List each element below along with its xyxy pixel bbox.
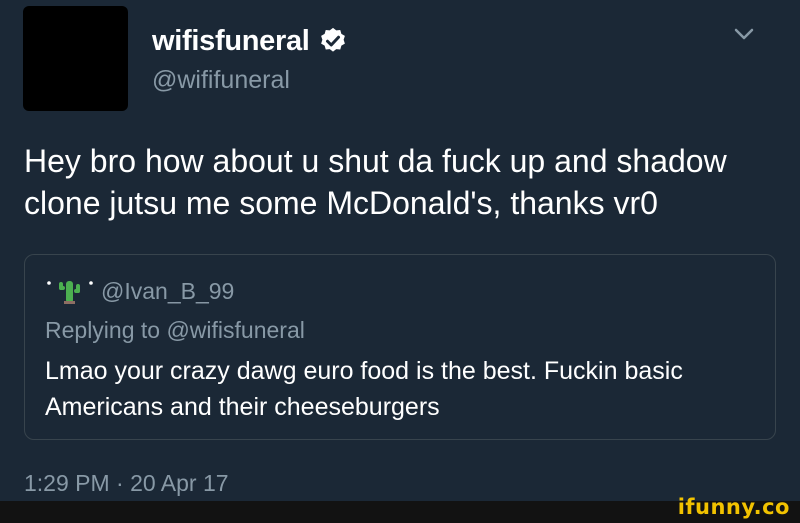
tweet-text: Hey bro how about u shut da fuck up and … (24, 143, 727, 221)
watermark-bar: ifunny.co (0, 495, 800, 523)
verified-badge-icon (320, 27, 345, 52)
ifunny-watermark: ifunny.co (677, 495, 790, 519)
quoted-tweet-text: Lmao your crazy dawg euro food is the be… (45, 357, 683, 421)
replying-to-text: Replying to @wifisfuneral (45, 317, 305, 343)
user-handle[interactable]: @wififuneral (152, 66, 290, 95)
quoted-tweet[interactable]: @Ivan_B_99 Replying to @wifisfuneral Lma… (24, 254, 776, 440)
user-name-row: wifisfuneral (152, 24, 348, 58)
quoted-user-handle[interactable]: @Ivan_B_99 (101, 278, 234, 305)
tweet: wifisfuneral @wififuneral Hey bro how ab… (0, 0, 800, 501)
user-avatar[interactable] (23, 6, 128, 111)
quoted-tweet-header: @Ivan_B_99 (45, 277, 234, 305)
tweet-timestamp[interactable]: 1:29 PM · 20 Apr 17 (24, 470, 229, 497)
chevron-down-icon[interactable] (728, 22, 760, 48)
cactus-icon (47, 281, 93, 304)
display-name[interactable]: wifisfuneral (152, 25, 310, 58)
